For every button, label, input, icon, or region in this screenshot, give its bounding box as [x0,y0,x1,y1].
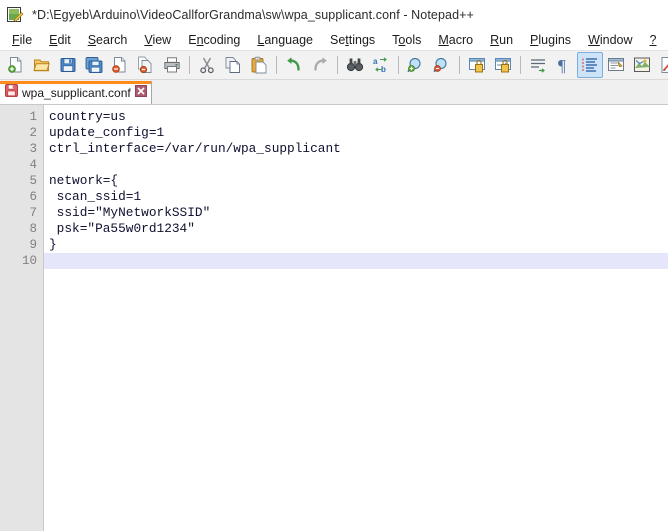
zoom-in-icon[interactable] [403,52,429,78]
line-number-gutter: 1 2 3 4 5 6 7 8 9 10 [0,105,44,531]
code-line: network={ [49,173,119,188]
toolbar-separator [520,56,521,74]
code-line: ssid="MyNetworkSSID" [49,205,211,220]
sync-vertical-scroll-icon[interactable] [464,52,490,78]
menu-bar: File Edit Search View Encoding Language … [0,30,668,50]
menu-macro[interactable]: Macro [430,32,482,48]
redo-icon[interactable] [307,52,333,78]
notepad-plus-plus-window: *D:\Egyeb\Arduino\VideoCallforGrandma\sw… [0,0,668,531]
line-number: 1 [29,110,37,124]
paste-icon[interactable] [246,52,272,78]
code-line: } [49,237,57,252]
toolbar-separator [189,56,190,74]
toolbar-separator [459,56,460,74]
find-icon[interactable] [342,52,368,78]
line-number: 6 [29,190,37,204]
menu-file[interactable]: File [4,32,41,48]
copy-icon[interactable] [220,52,246,78]
line-number: 2 [29,126,37,140]
svg-text:a: a [373,57,378,66]
close-file-icon[interactable] [107,52,133,78]
code-line: psk="Pa55w0rd1234" [49,221,195,236]
menu-settings[interactable]: Settings [322,32,384,48]
code-line: scan_ssid=1 [49,189,142,204]
menu-help[interactable]: ? [642,32,666,48]
line-number: 10 [21,254,37,268]
menu-search[interactable]: Search [80,32,137,48]
notepad-plus-plus-icon [6,6,24,24]
close-tab-icon[interactable] [134,84,147,102]
save-all-icon[interactable] [81,52,107,78]
function-list-icon[interactable] [655,52,668,78]
svg-text:¶: ¶ [558,56,566,74]
undo-icon[interactable] [281,52,307,78]
line-number: 9 [29,238,37,252]
sync-horizontal-scroll-icon[interactable] [490,52,516,78]
line-number: 4 [29,158,37,172]
menu-run[interactable]: Run [482,32,522,48]
title-bar: *D:\Egyeb\Arduino\VideoCallforGrandma\sw… [0,0,668,30]
menu-edit[interactable]: Edit [41,32,80,48]
menu-view[interactable]: View [136,32,180,48]
tab-wpa-supplicant-conf[interactable]: wpa_supplicant.conf [0,81,152,104]
window-title: *D:\Egyeb\Arduino\VideoCallforGrandma\sw… [32,8,474,22]
toolbar-separator [276,56,277,74]
menu-encoding[interactable]: Encoding [180,32,249,48]
close-all-files-icon[interactable] [133,52,159,78]
document-map-icon[interactable] [629,52,655,78]
toolbar: a b ¶ [0,50,668,80]
user-defined-language-icon[interactable] [603,52,629,78]
code-text-area[interactable]: country=us update_config=1 ctrl_interfac… [44,105,668,531]
menu-plugins[interactable]: Plugins [522,32,580,48]
save-icon[interactable] [55,52,81,78]
menu-tools[interactable]: Tools [384,32,430,48]
line-number: 8 [29,222,37,236]
tab-label: wpa_supplicant.conf [22,85,131,100]
unsaved-floppy-icon [5,83,18,102]
line-number: 7 [29,206,37,220]
replace-icon[interactable]: a b [368,52,394,78]
tab-bar: wpa_supplicant.conf [0,80,668,105]
menu-window[interactable]: Window [580,32,641,48]
indent-guide-icon[interactable] [577,52,603,78]
line-number: 3 [29,142,37,156]
new-file-icon[interactable] [3,52,29,78]
code-line: ctrl_interface=/var/run/wpa_supplicant [49,141,341,156]
code-line: country=us [49,109,126,124]
word-wrap-icon[interactable] [525,52,551,78]
code-line: update_config=1 [49,125,165,140]
line-number: 5 [29,174,37,188]
cut-icon[interactable] [194,52,220,78]
open-file-icon[interactable] [29,52,55,78]
editor-area[interactable]: 1 2 3 4 5 6 7 8 9 10 country=us update_c… [0,105,668,531]
toolbar-separator [337,56,338,74]
print-icon[interactable] [159,52,185,78]
menu-language[interactable]: Language [249,32,322,48]
show-all-characters-icon[interactable]: ¶ [551,52,577,78]
zoom-out-icon[interactable] [429,52,455,78]
toolbar-separator [398,56,399,74]
code-line-current [44,253,668,269]
